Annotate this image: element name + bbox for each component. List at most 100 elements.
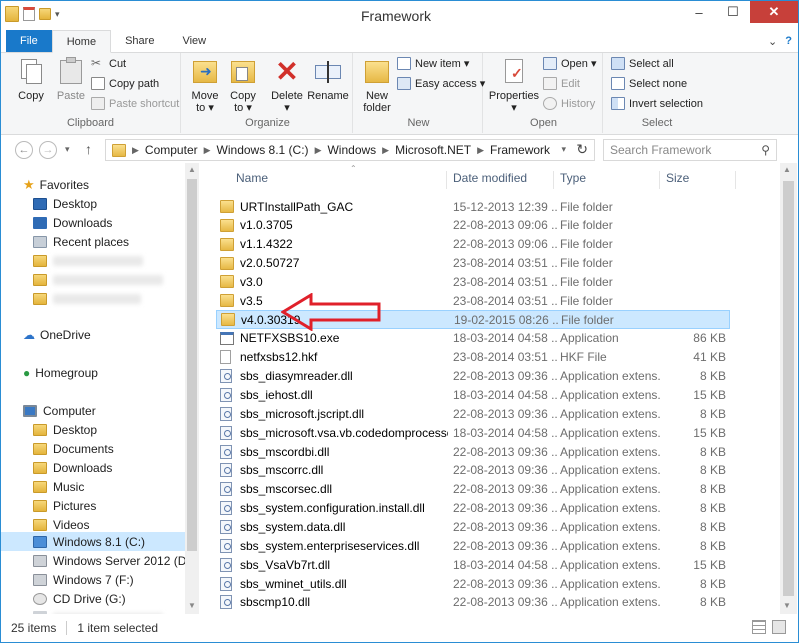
scroll-down-icon[interactable]: ▼ (188, 601, 196, 610)
tab-file[interactable]: File (6, 30, 52, 52)
nav-computer[interactable]: Computer (23, 401, 198, 420)
file-row[interactable]: v3.0 23-08-2014 03:51 ... File folder (216, 272, 730, 291)
nav-drive-d[interactable]: Windows Server 2012 (D:) (33, 551, 198, 570)
select-none-button[interactable]: Select none (611, 77, 687, 90)
history-button[interactable]: History (543, 97, 595, 110)
close-button[interactable]: ✕ (750, 1, 798, 23)
delete-button[interactable]: ✕ Delete ▾ (267, 57, 307, 115)
nav-scrollbar[interactable]: ▲ ▼ (185, 163, 198, 614)
cut-button[interactable]: ✂ Cut (91, 57, 126, 70)
nav-scroll-thumb[interactable] (187, 179, 197, 551)
address-dropdown-icon[interactable]: ▾ (561, 144, 566, 155)
nav-music[interactable]: Music (33, 477, 198, 496)
forward-button[interactable]: → (39, 141, 57, 159)
file-row[interactable]: v1.1.4322 22-08-2013 09:06 ... File folder (216, 235, 730, 254)
details-view-icon[interactable] (752, 620, 766, 634)
file-row[interactable]: sbs_iehost.dll 18-03-2014 04:58 ... Applic… (216, 386, 730, 405)
file-row[interactable]: sbs_VsaVb7rt.dll 18-03-2014 04:58 ... Appl… (216, 555, 730, 574)
search-box[interactable]: Search Framework ⚲ (603, 139, 777, 161)
file-size: 8 KB (699, 406, 726, 421)
column-size[interactable]: Size (660, 171, 736, 189)
file-row[interactable]: sbs_wminet_utils.dll 22-08-2013 09:36 ...… (216, 574, 730, 593)
nav-blurred-item[interactable] (33, 270, 198, 289)
file-row[interactable]: URTInstallPath_GAC 15-12-2013 12:39 ... Fi… (216, 197, 730, 216)
copy-button[interactable]: Copy (11, 57, 51, 102)
file-row[interactable]: sbs_mscordbi.dll 22-08-2013 09:36 ... Appl… (216, 442, 730, 461)
minimize-button[interactable]: – (682, 1, 716, 23)
move-to-button[interactable]: ➜ Move to ▾ (187, 57, 223, 114)
file-row[interactable]: v1.0.3705 22-08-2013 09:06 ... File folder (216, 216, 730, 235)
tab-home[interactable]: Home (51, 30, 112, 53)
nav-desktop[interactable]: Desktop (33, 194, 198, 213)
nav-recent-places[interactable]: Recent places (33, 232, 198, 251)
file-name-cell: v1.0.3705 (220, 218, 448, 232)
breadcrumb-framework[interactable]: Framework (486, 143, 554, 157)
file-list-scrollbar[interactable]: ▲ ▼ (780, 163, 797, 614)
nav-homegroup[interactable]: ● Homegroup (23, 363, 198, 382)
folder-icon (220, 200, 234, 213)
scroll-up-icon[interactable]: ▲ (783, 165, 791, 174)
nav-downloads[interactable]: Downloads (33, 213, 198, 232)
nav-drive-c[interactable]: Windows 8.1 (C:) (1, 532, 185, 551)
file-row[interactable]: sbs_diasymreader.dll 22-08-2013 09:36 ...… (216, 367, 730, 386)
paste-shortcut-button[interactable]: Paste shortcut (91, 97, 179, 110)
edit-button[interactable]: Edit (543, 77, 580, 90)
file-row[interactable]: sbs_microsoft.vsa.vb.codedomprocessor...… (216, 423, 730, 442)
invert-selection-button[interactable]: Invert selection (611, 97, 703, 110)
file-row[interactable]: sbs_system.enterpriseservices.dll 22-08-2… (216, 536, 730, 555)
column-type[interactable]: Type (554, 171, 660, 189)
paste-button[interactable]: Paste (51, 57, 91, 102)
new-folder-button[interactable]: New folder (359, 57, 395, 114)
file-row[interactable]: v2.0.50727 23-08-2014 03:51 ... File folde… (216, 254, 730, 273)
address-path[interactable]: ▶ Computer ▶ Windows 8.1 (C:) ▶ Windows … (105, 139, 595, 161)
nav-blurred-item[interactable] (33, 289, 198, 308)
scroll-up-icon[interactable]: ▲ (188, 165, 196, 174)
nav-documents[interactable]: Documents (33, 439, 198, 458)
breadcrumb-microsoft-net[interactable]: Microsoft.NET (391, 143, 475, 157)
up-arrow-icon[interactable]: ↑ (85, 141, 92, 157)
column-date[interactable]: Date modified (447, 171, 554, 189)
file-row[interactable]: sbs_mscorrc.dll 22-08-2013 09:36 ... Appli… (216, 461, 730, 480)
file-row[interactable]: NETFXSBS10.exe 18-03-2014 04:58 ... Applic… (216, 329, 730, 348)
properties-button[interactable]: ✓ Properties ▾ (487, 57, 541, 114)
column-name[interactable]: Name (230, 171, 447, 189)
file-row[interactable]: sbs_microsoft.jscript.dll 22-08-2013 09:3… (216, 404, 730, 423)
scroll-down-icon[interactable]: ▼ (783, 601, 791, 610)
recent-locations-icon[interactable]: ▾ (65, 144, 70, 155)
select-all-button[interactable]: Select all (611, 57, 674, 70)
breadcrumb-drive[interactable]: Windows 8.1 (C:) (213, 143, 313, 157)
rename-button[interactable]: Rename (307, 57, 349, 102)
nav-blurred-item[interactable] (33, 607, 198, 614)
open-button[interactable]: Open ▾ (543, 57, 597, 70)
expand-ribbon-icon[interactable]: ⌄ (768, 35, 777, 48)
copy-to-button[interactable]: Copy to ▾ (225, 57, 261, 114)
nav-pictures[interactable]: Pictures (33, 496, 198, 515)
large-icons-view-icon[interactable] (772, 620, 786, 634)
breadcrumb-windows[interactable]: Windows (323, 143, 380, 157)
nav-drive-g[interactable]: CD Drive (G:) (33, 589, 198, 608)
nav-computer-desktop[interactable]: Desktop (33, 420, 198, 439)
tab-view[interactable]: View (168, 30, 220, 52)
back-button[interactable]: ← (15, 141, 33, 159)
maximize-button[interactable]: ☐ (716, 1, 750, 23)
new-item-button[interactable]: New item ▾ (397, 57, 469, 70)
nav-onedrive[interactable]: ☁ OneDrive (23, 325, 198, 344)
easy-access-button[interactable]: Easy access ▾ (397, 77, 485, 90)
help-icon[interactable]: ? (785, 35, 792, 48)
file-name: sbs_system.data.dll (240, 519, 346, 534)
nav-blurred-item[interactable] (33, 251, 198, 270)
nav-drive-f[interactable]: Windows 7 (F:) (33, 570, 198, 589)
file-row[interactable]: sbs_mscorsec.dll 22-08-2013 09:36 ... Appl… (216, 480, 730, 499)
breadcrumb-computer[interactable]: Computer (141, 143, 202, 157)
nav-favorites[interactable]: ★ Favorites (23, 175, 198, 194)
nav-computer-downloads[interactable]: Downloads (33, 458, 198, 477)
file-row[interactable]: sbs_system.configuration.install.dll 22-0… (216, 499, 730, 518)
file-row[interactable]: sbscmp10.dll 22-08-2013 09:36 ... Applicat… (216, 593, 730, 612)
copy-path-button[interactable]: Copy path (91, 77, 159, 90)
file-row[interactable]: sbs_system.data.dll 22-08-2013 09:36 ... A… (216, 517, 730, 536)
tab-share[interactable]: Share (111, 30, 168, 52)
file-list-scroll-thumb[interactable] (783, 181, 794, 596)
refresh-icon[interactable]: ↻ (576, 141, 588, 158)
file-row[interactable]: netfxsbs12.hkf 23-08-2014 03:51 ... HKF Fi… (216, 348, 730, 367)
file-type: Application extens... (560, 595, 660, 610)
